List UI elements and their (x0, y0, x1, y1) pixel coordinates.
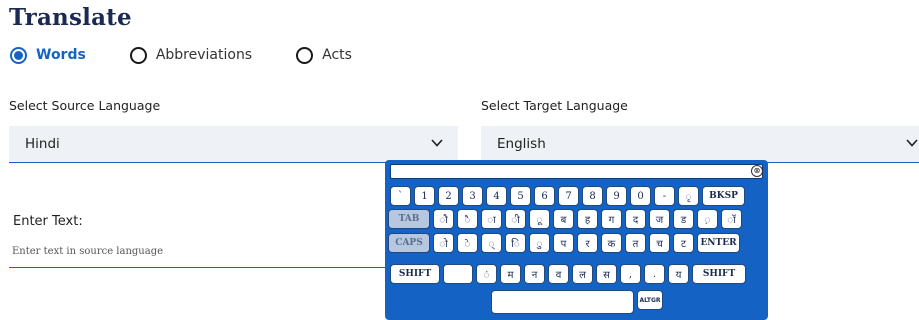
keyboard-input-field[interactable] (390, 164, 763, 179)
target-language-value: English (497, 136, 546, 152)
key[interactable]: ॉ (721, 209, 742, 229)
key[interactable]: 8 (582, 186, 603, 206)
radio-acts[interactable]: Acts (296, 46, 352, 64)
key[interactable]: ू (529, 209, 550, 229)
key[interactable]: . (644, 264, 665, 284)
target-language-label: Select Target Language (481, 98, 628, 113)
altgr-key[interactable]: ALTGR (637, 290, 663, 310)
shift-key[interactable]: SHIFT (390, 264, 440, 284)
key[interactable]: र (577, 233, 598, 253)
key[interactable]: प (553, 233, 574, 253)
key[interactable]: 9 (606, 186, 627, 206)
source-language-select[interactable]: Hindi (9, 126, 458, 163)
key[interactable]: े (457, 233, 478, 253)
key[interactable]: च (649, 233, 670, 253)
key[interactable] (443, 264, 473, 284)
source-text-input[interactable] (9, 236, 389, 268)
key[interactable]: ौ (433, 209, 454, 229)
radio-circle (296, 46, 314, 64)
source-language-label: Select Source Language (9, 98, 161, 113)
key[interactable]: न (524, 264, 545, 284)
key[interactable]: ृ (678, 186, 699, 206)
key[interactable]: व (548, 264, 569, 284)
key[interactable]: ़ (697, 209, 718, 229)
key[interactable]: ट (673, 233, 694, 253)
key[interactable]: 6 (534, 186, 555, 206)
key[interactable]: - (654, 186, 675, 206)
target-language-select[interactable]: English (481, 126, 919, 163)
source-language-value: Hindi (25, 136, 60, 152)
key[interactable]: म (500, 264, 521, 284)
key[interactable]: द (625, 209, 646, 229)
key[interactable]: ग (601, 209, 622, 229)
key[interactable]: ं (476, 264, 497, 284)
radio-circle (129, 46, 147, 64)
key[interactable]: ि (505, 233, 526, 253)
radio-words[interactable]: Words (10, 46, 86, 64)
chevron-down-icon (431, 139, 443, 147)
key[interactable]: ी (505, 209, 526, 229)
radio-circle (10, 46, 27, 64)
enter-text-label: Enter Text: (13, 214, 83, 229)
key[interactable]: ह (577, 209, 598, 229)
chevron-down-icon (906, 139, 918, 147)
backspace-key[interactable]: BKSP (702, 186, 745, 206)
key[interactable]: ् (481, 233, 502, 253)
radio-label: Words (36, 47, 86, 63)
radio-label: Abbreviations (155, 47, 253, 63)
close-icon[interactable]: ⊗ (751, 165, 763, 177)
page-title: Translate (9, 4, 132, 31)
shift-key[interactable]: SHIFT (692, 264, 746, 284)
key[interactable]: क (601, 233, 622, 253)
key[interactable]: , (620, 264, 641, 284)
key[interactable]: 4 (486, 186, 507, 206)
key[interactable]: 2 (438, 186, 459, 206)
key[interactable]: ल (572, 264, 593, 284)
key[interactable]: त (625, 233, 646, 253)
key[interactable]: 7 (558, 186, 579, 206)
key[interactable]: 5 (510, 186, 531, 206)
radio-abbreviations[interactable]: Abbreviations (129, 46, 253, 64)
mode-radio-group: Words Abbreviations Acts (10, 44, 396, 66)
key[interactable]: ा (481, 209, 502, 229)
key[interactable]: 1 (414, 186, 435, 206)
radio-label: Acts (322, 47, 352, 63)
key[interactable]: ो (433, 233, 454, 253)
key[interactable]: ब (553, 209, 574, 229)
key[interactable]: 3 (462, 186, 483, 206)
key[interactable]: ै (457, 209, 478, 229)
tab-key[interactable]: TAB (388, 209, 430, 229)
space-key[interactable] (491, 290, 634, 314)
enter-key[interactable]: ENTER (697, 233, 740, 253)
key[interactable]: ` (390, 186, 411, 206)
key[interactable]: 0 (630, 186, 651, 206)
key[interactable]: ु (529, 233, 550, 253)
key[interactable]: ड (673, 209, 694, 229)
key[interactable]: स (596, 264, 617, 284)
key[interactable]: ज (649, 209, 670, 229)
virtual-keyboard: ⊗ ` 1 2 3 4 5 6 7 8 9 0-ृ BKSP TABौैाीू ब ह ग द ज ड़ॉ CAPSो… (385, 160, 768, 320)
key[interactable]: य (668, 264, 689, 284)
caps-lock-key[interactable]: CAPS (388, 233, 430, 253)
